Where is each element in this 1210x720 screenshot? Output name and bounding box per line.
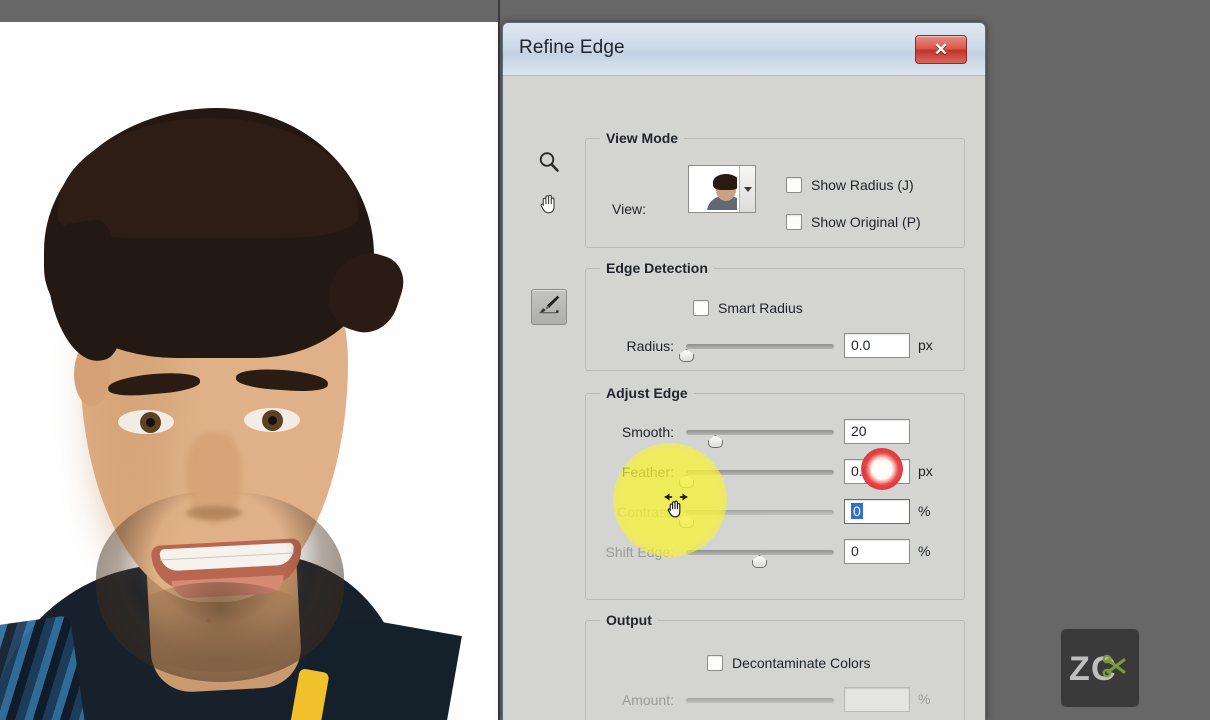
feather-slider-row: Feather: 0.0 px <box>586 459 966 488</box>
view-mode-thumbnail-dropdown[interactable] <box>688 165 756 213</box>
portrait-pupil-left <box>146 418 155 427</box>
close-button[interactable]: ✕ <box>915 35 967 64</box>
edge-detection-group: Edge Detection Smart Radius Radius: 0.0 … <box>585 260 966 371</box>
shift-edge-slider-thumb[interactable] <box>752 555 767 568</box>
amount-value-field <box>844 687 910 712</box>
amount-unit-label: % <box>918 691 931 707</box>
svg-text:Z: Z <box>1069 650 1090 688</box>
refine-edge-dialog: Refine Edge ✕ View Mode View: Show Radiu… <box>502 22 986 720</box>
portrait-stubble <box>120 582 320 672</box>
edge-detection-group-title: Edge Detection <box>600 260 714 276</box>
show-original-checkbox[interactable] <box>786 214 802 230</box>
contrast-unit-label: % <box>918 503 931 519</box>
shift-edge-label: Shift Edge: <box>605 544 675 560</box>
decontaminate-colors-checkbox[interactable] <box>707 655 723 671</box>
radius-slider-row: Radius: 0.0 px <box>586 333 966 362</box>
smart-radius-checkbox[interactable] <box>693 300 709 316</box>
dialog-title: Refine Edge <box>519 37 625 58</box>
chevron-down-icon <box>743 186 752 192</box>
zoom-tool-button[interactable] <box>531 146 567 182</box>
amount-slider-track <box>686 698 834 703</box>
radius-slider-track[interactable] <box>679 344 834 362</box>
smooth-slider-thumb[interactable] <box>708 435 723 448</box>
view-mode-preview-thumbnail <box>691 168 737 210</box>
smart-radius-label: Smart Radius <box>718 300 803 316</box>
smooth-label: Smooth: <box>621 424 674 440</box>
portrait-image <box>0 22 498 720</box>
screen-root: Refine Edge ✕ View Mode View: Show Radiu… <box>0 0 1210 720</box>
hand-tool-button[interactable] <box>531 188 567 224</box>
watermark-logo: Z C <box>1061 629 1139 707</box>
decontaminate-colors-label: Decontaminate Colors <box>732 655 871 671</box>
feather-slider-track[interactable] <box>679 470 834 488</box>
portrait-hair-highlight <box>58 118 358 238</box>
radius-value-field[interactable]: 0.0 <box>844 333 910 358</box>
show-radius-checkbox[interactable] <box>786 177 802 193</box>
portrait-pupil-right <box>268 416 277 425</box>
shift-edge-slider-track[interactable] <box>686 550 834 568</box>
view-mode-dropdown-arrow[interactable] <box>739 166 755 212</box>
show-radius-checkbox-row[interactable]: Show Radius (J) <box>786 177 914 193</box>
canvas-top-bar <box>0 0 498 22</box>
decontaminate-colors-checkbox-row[interactable]: Decontaminate Colors <box>707 655 871 671</box>
dialog-body: View Mode View: Show Radius (J) Show Ori… <box>503 76 985 720</box>
hand-icon <box>537 192 561 221</box>
refine-edge-brush-icon <box>536 292 562 323</box>
photoshop-canvas-area[interactable] <box>0 0 500 720</box>
show-original-label: Show Original (P) <box>811 214 921 230</box>
amount-slider-row: Amount: % <box>586 687 966 713</box>
output-group-title: Output <box>600 612 658 628</box>
contrast-label: Contrast: <box>617 504 674 520</box>
view-label: View: <box>612 201 646 217</box>
portrait-mole <box>206 618 211 623</box>
smooth-slider-track[interactable] <box>686 430 834 448</box>
shift-edge-slider-row: Shift Edge: 0 % <box>586 539 966 568</box>
radius-unit-label: px <box>918 337 933 353</box>
amount-label: Amount: <box>621 692 674 708</box>
contrast-value-selected-text: 0 <box>851 503 863 519</box>
smooth-slider-row: Smooth: 20 <box>586 419 966 448</box>
contrast-slider-track[interactable] <box>679 510 834 528</box>
feather-unit-label: px <box>918 463 933 479</box>
contrast-slider-thumb[interactable] <box>679 515 694 528</box>
magnifier-icon <box>537 150 561 179</box>
view-mode-group: View Mode View: Show Radius (J) Show Ori… <box>585 130 965 248</box>
dialog-titlebar[interactable]: Refine Edge ✕ <box>503 23 985 76</box>
shift-edge-value-field[interactable]: 0 <box>844 539 910 564</box>
close-icon: ✕ <box>933 40 949 59</box>
adjust-edge-group: Adjust Edge Smooth: 20 Feather: 0.0 px C… <box>585 385 966 600</box>
show-original-checkbox-row[interactable]: Show Original (P) <box>786 214 921 230</box>
smart-radius-checkbox-row[interactable]: Smart Radius <box>693 300 803 316</box>
shift-edge-unit-label: % <box>918 543 931 559</box>
radius-label: Radius: <box>626 338 674 354</box>
feather-slider-thumb[interactable] <box>679 475 694 488</box>
show-radius-label: Show Radius (J) <box>811 177 914 193</box>
smooth-value-field[interactable]: 20 <box>844 419 910 444</box>
contrast-slider-row: Contrast: 0 % <box>586 499 966 528</box>
adjust-edge-group-title: Adjust Edge <box>600 385 694 401</box>
contrast-value-field[interactable]: 0 <box>844 499 910 524</box>
feather-value-field[interactable]: 0.0 <box>844 459 910 484</box>
refine-edge-brush-tool-button[interactable] <box>531 289 567 325</box>
feather-label: Feather: <box>621 464 674 480</box>
radius-slider-thumb[interactable] <box>679 349 694 362</box>
output-group: Output Decontaminate Colors Amount: % Ou… <box>585 612 966 720</box>
tool-column <box>531 146 575 331</box>
thumbnail-hair <box>713 174 737 190</box>
view-mode-group-title: View Mode <box>600 130 685 146</box>
